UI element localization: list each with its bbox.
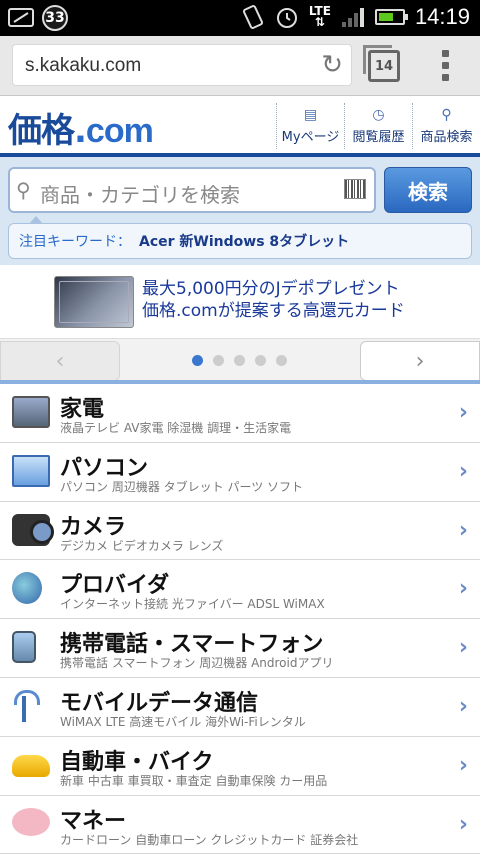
url-text: s.kakaku.com: [25, 55, 142, 76]
kakaku-logo[interactable]: 価格.com: [8, 103, 154, 152]
camera-icon: [12, 513, 54, 546]
keyword-value[interactable]: Acer 新Windows 8タブレット: [139, 231, 349, 251]
nav-history-label: 閲覧履歴: [352, 129, 405, 145]
clock-icon: ◷: [372, 106, 385, 123]
category-appliances[interactable]: 家電 液晶テレビ AV家電 除湿機 調理・生活家電 ›: [0, 384, 480, 443]
promo-banner[interactable]: 最大5,000円分のJデポプレゼント 価格.comが提案する高還元カード: [0, 266, 480, 338]
chevron-right-icon: ›: [458, 752, 468, 778]
car-icon: [12, 754, 50, 777]
reload-icon[interactable]: ↻: [321, 52, 343, 78]
category-subtitle: インターネット接続 光ファイバー ADSL WiMAX: [60, 597, 325, 612]
category-subtitle: 携帯電話 スマートフォン 周辺機器 Androidアプリ: [60, 656, 334, 671]
nav-history[interactable]: ◷ 閲覧履歴: [344, 103, 412, 149]
alarm-icon: [276, 8, 297, 28]
carousel-nav: ‹ ›: [0, 338, 480, 382]
chevron-right-icon: ›: [458, 400, 468, 425]
category-pc[interactable]: パソコン パソコン 周辺機器 タブレット パーツ ソフト ›: [0, 443, 480, 502]
carousel-dot[interactable]: [213, 355, 224, 366]
keyword-label: 注目キーワード：: [19, 234, 131, 250]
data-arrows-icon: ⇅: [314, 15, 325, 29]
piggy-bank-icon: [12, 807, 50, 836]
overflow-menu-icon[interactable]: [442, 50, 450, 81]
chevron-right-icon: ›: [458, 576, 468, 602]
network-indicator: LTE ⇅: [309, 5, 331, 29]
phone-icon: [12, 631, 36, 664]
tabs-button[interactable]: 14: [363, 45, 400, 82]
banner-line-1: 最大5,000円分のJデポプレゼント: [142, 279, 400, 299]
category-subtitle: パソコン 周辺機器 タブレット パーツ ソフト: [60, 479, 304, 494]
carousel-dot[interactable]: [276, 355, 287, 366]
search-icon: ⚲: [16, 178, 31, 202]
category-subtitle: 液晶テレビ AV家電 除湿機 調理・生活家電: [60, 421, 292, 435]
url-field[interactable]: s.kakaku.com ↻: [12, 44, 352, 86]
category-mobile-data[interactable]: モバイルデータ通信 WiMAX LTE 高速モバイル 海外Wi-Fiレンタル ›: [0, 678, 480, 737]
carousel-dot[interactable]: [255, 355, 266, 366]
search-button[interactable]: 検索: [384, 167, 472, 213]
vibrate-icon: [242, 5, 263, 29]
category-list: 家電 液晶テレビ AV家電 除湿機 調理・生活家電 › パソコン パソコン 周辺…: [0, 384, 480, 854]
search-placeholder: 商品・カテゴリを検索: [40, 183, 240, 207]
banner-text: 最大5,000円分のJデポプレゼント 価格.comが提案する高還元カード: [142, 278, 405, 322]
battery-icon: [374, 9, 408, 25]
category-car-bike[interactable]: 自動車・バイク 新車 中古車 車買取・車査定 自動車保険 カー用品 ›: [0, 737, 480, 796]
category-subtitle: デジカメ ビデオカメラ レンズ: [60, 538, 224, 553]
category-subtitle: WiMAX LTE 高速モバイル 海外Wi-Fiレンタル: [60, 714, 306, 729]
nav-product-search-label: 商品検索: [420, 129, 473, 145]
laptop-icon: [12, 454, 50, 487]
barcode-icon[interactable]: [344, 179, 366, 199]
clock-time: 14:19: [414, 4, 470, 29]
nav-mypage[interactable]: ▤ Myページ: [276, 103, 344, 149]
browser-toolbar: s.kakaku.com ↻ 14: [0, 36, 480, 96]
carousel-dot[interactable]: [234, 355, 245, 366]
globe-icon: [12, 572, 42, 605]
chevron-right-icon: ›: [458, 517, 468, 543]
header-nav: ▤ Myページ ◷ 閲覧履歴 ⚲ 商品検索: [276, 103, 480, 149]
carousel-dots: [192, 355, 287, 366]
category-subtitle: 新車 中古車 車買取・車査定 自動車保険 カー用品: [60, 773, 328, 788]
nav-product-search[interactable]: ⚲ 商品検索: [412, 103, 480, 149]
category-subtitle: カードローン 自動車ローン クレジットカード 証券会社: [60, 832, 359, 847]
featured-keyword[interactable]: 注目キーワード： Acer 新Windows 8タブレット: [8, 216, 472, 259]
category-mobile-phone[interactable]: 携帯電話・スマートフォン 携帯電話 スマートフォン 周辺機器 Androidアプ…: [0, 619, 480, 678]
carousel-next-button[interactable]: ›: [360, 341, 480, 381]
search-icon: ⚲: [441, 106, 452, 123]
credit-card-image: [54, 276, 134, 328]
search-input[interactable]: ⚲ 商品・カテゴリを検索: [8, 167, 376, 213]
category-camera[interactable]: カメラ デジカメ ビデオカメラ レンズ ›: [0, 502, 480, 561]
nav-mypage-label: Myページ: [281, 129, 340, 145]
banner-line-2: 価格.comが提案する高還元カード: [142, 301, 405, 321]
chevron-right-icon: ›: [458, 811, 468, 837]
category-money[interactable]: マネー カードローン 自動車ローン クレジットカード 証券会社 ›: [0, 796, 480, 854]
site-header: 価格.com ▤ Myページ ◷ 閲覧履歴 ⚲ 商品検索: [0, 97, 480, 153]
chevron-right-icon: ›: [458, 635, 468, 661]
logo-dot: .: [74, 111, 87, 151]
notification-badge: 33: [42, 5, 68, 31]
carousel-prev-button[interactable]: ‹: [0, 341, 120, 381]
status-bar: 33 LTE ⇅ 14:19: [0, 0, 480, 36]
search-area: ⚲ 商品・カテゴリを検索 検索 注目キーワード： Acer 新Windows 8…: [0, 157, 480, 265]
signal-icon: [341, 8, 364, 27]
category-provider[interactable]: プロバイダ インターネット接続 光ファイバー ADSL WiMAX ›: [0, 560, 480, 620]
chevron-right-icon: ›: [458, 458, 468, 484]
screen-icon: [8, 8, 34, 27]
profile-icon: ▤: [303, 106, 318, 123]
chevron-right-icon: ›: [458, 693, 468, 719]
carousel-dot[interactable]: [192, 355, 203, 366]
tv-icon: [12, 396, 50, 428]
logo-com: com: [85, 112, 154, 150]
antenna-icon: [12, 689, 40, 722]
logo-main: 価格: [8, 111, 75, 151]
